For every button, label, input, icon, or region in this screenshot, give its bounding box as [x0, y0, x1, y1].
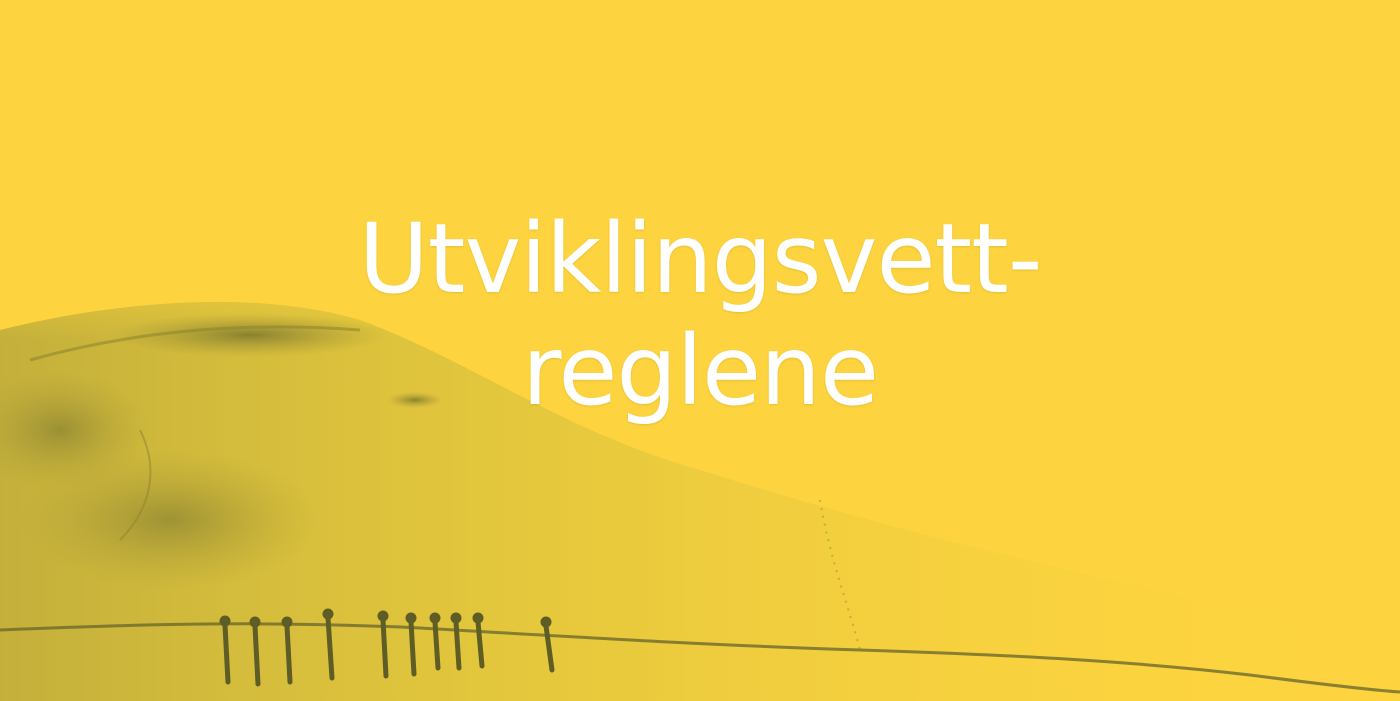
title-line-1: Utviklingsvett-	[358, 203, 1043, 315]
title-line-2: reglene	[522, 315, 879, 427]
page-title: Utviklingsvett- reglene	[0, 203, 1400, 427]
hero-banner: Utviklingsvett- reglene	[0, 0, 1400, 701]
